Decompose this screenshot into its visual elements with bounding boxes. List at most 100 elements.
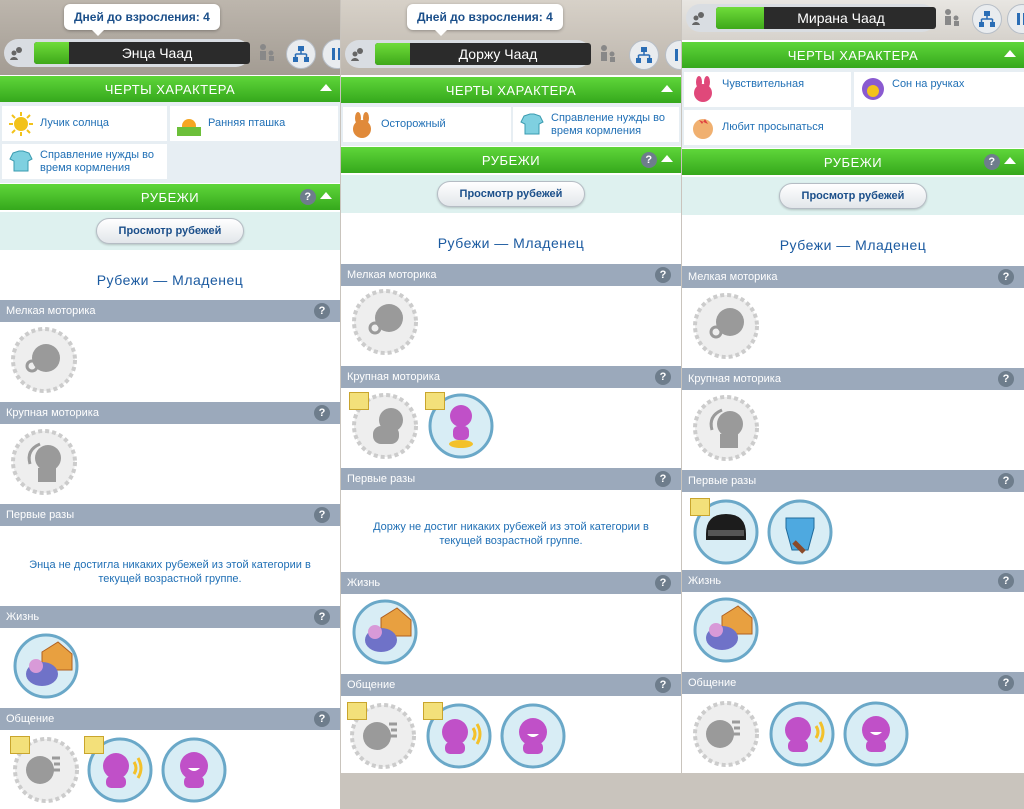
- milestone-badge-baby-sit[interactable]: [425, 392, 495, 460]
- help-icon[interactable]: ?: [998, 269, 1014, 285]
- trait-loves-waking-up[interactable]: Любит просыпаться: [684, 110, 851, 145]
- view-milestones-button[interactable]: Просмотр рубежей: [436, 181, 586, 207]
- help-icon[interactable]: ?: [314, 711, 330, 727]
- trait-sunshine[interactable]: Лучик солнца: [2, 106, 167, 141]
- milestone-badge-locked[interactable]: [10, 428, 78, 496]
- family-tree-button[interactable]: [629, 40, 659, 70]
- milestones-header[interactable]: Рубежи?: [682, 149, 1024, 175]
- help-icon[interactable]: ?: [641, 152, 657, 168]
- collapse-caret-icon[interactable]: [320, 192, 332, 199]
- category-label: Общение: [688, 677, 737, 689]
- milestone-badge-baby-home[interactable]: [351, 598, 419, 666]
- help-icon[interactable]: ?: [998, 675, 1014, 691]
- traits-header[interactable]: Черты характера: [0, 76, 340, 102]
- help-icon[interactable]: ?: [314, 303, 330, 319]
- sim-name-bar[interactable]: Энца Чаад: [4, 39, 250, 67]
- milestone-badge-locked[interactable]: [10, 326, 78, 394]
- household-icon[interactable]: [686, 5, 712, 31]
- view-milestones-bar: Просмотр рубежей: [682, 177, 1024, 215]
- help-icon[interactable]: ?: [655, 267, 671, 283]
- help-icon[interactable]: ?: [314, 507, 330, 523]
- trait-feeding-relief[interactable]: Справление нужды во время кормления: [513, 107, 679, 142]
- trait-label: Чувствительная: [722, 78, 805, 90]
- sim-age-icon[interactable]: [594, 41, 620, 67]
- star-icon: [425, 392, 445, 410]
- milestone-badge-baby-babble[interactable]: [768, 700, 836, 768]
- milestone-badge-locked[interactable]: [692, 700, 760, 768]
- milestone-badge-baby-home[interactable]: [692, 596, 760, 664]
- trait-early-bird[interactable]: Ранняя пташка: [170, 106, 338, 141]
- trait-label: Осторожный: [381, 118, 446, 131]
- milestone-badge-locked[interactable]: [692, 292, 760, 360]
- family-tree-icon: [293, 46, 309, 62]
- milestone-badge-baby-laugh[interactable]: [160, 736, 228, 804]
- help-icon[interactable]: ?: [998, 573, 1014, 589]
- milestone-badge-locked[interactable]: [347, 702, 417, 770]
- household-icon[interactable]: [4, 40, 30, 66]
- trait-feeding-relief[interactable]: Справление нужды во время кормления: [2, 144, 167, 179]
- help-icon[interactable]: ?: [655, 471, 671, 487]
- sleeping-baby-icon: [858, 74, 888, 104]
- category-label: Первые разы: [688, 475, 757, 487]
- milestone-badge-baby-laugh[interactable]: [499, 702, 567, 770]
- category-label: Крупная моторика: [6, 407, 99, 419]
- traits-header[interactable]: Черты характера: [341, 77, 681, 103]
- help-icon[interactable]: ?: [314, 405, 330, 421]
- collapse-caret-icon[interactable]: [661, 85, 673, 92]
- category-label: Общение: [6, 713, 55, 725]
- collapse-caret-icon[interactable]: [661, 155, 673, 162]
- star-icon: [84, 736, 104, 754]
- view-milestones-button[interactable]: Просмотр рубежей: [778, 183, 928, 209]
- help-icon[interactable]: ?: [655, 369, 671, 385]
- collapse-caret-icon[interactable]: [320, 84, 332, 91]
- milestones-header[interactable]: Рубежи?: [341, 147, 681, 173]
- milestone-badge-locked[interactable]: [692, 394, 760, 462]
- traits-header-label: Черты характера: [445, 82, 577, 98]
- milestone-badge-helmet[interactable]: [690, 498, 760, 566]
- sim-age-icon[interactable]: [253, 40, 279, 66]
- help-icon[interactable]: ?: [984, 154, 1000, 170]
- pause-icon: [675, 49, 678, 61]
- rooster-icon: [688, 113, 718, 143]
- star-icon: [347, 702, 367, 720]
- help-icon[interactable]: ?: [655, 575, 671, 591]
- traits-header-label: Черты характера: [104, 81, 236, 97]
- milestone-badge-locked[interactable]: [10, 736, 80, 804]
- trait-label: Справление нужды во время кормления: [551, 112, 665, 137]
- traits-header[interactable]: Черты характера: [682, 42, 1024, 68]
- milestone-badge-baby-babble[interactable]: [423, 702, 493, 770]
- sim-name-bar[interactable]: Мирана Чаад: [686, 4, 936, 32]
- milestone-badge-baby-babble[interactable]: [84, 736, 154, 804]
- help-icon[interactable]: ?: [655, 677, 671, 693]
- milestone-badge-baby-laugh[interactable]: [842, 700, 910, 768]
- household-icon[interactable]: [345, 41, 371, 67]
- trait-sensitive[interactable]: Чувствительная: [684, 72, 851, 107]
- milestone-badge-locked[interactable]: [351, 288, 419, 356]
- bunny-icon: [347, 110, 377, 140]
- help-icon[interactable]: ?: [314, 609, 330, 625]
- sim-age-icon[interactable]: [938, 5, 964, 31]
- milestone-badge-baby-home[interactable]: [12, 632, 80, 700]
- category-life: Жизнь?: [682, 570, 1024, 592]
- milestone-badge-locked[interactable]: [349, 392, 419, 460]
- family-tree-button[interactable]: [972, 4, 1002, 34]
- help-icon[interactable]: ?: [998, 473, 1014, 489]
- category-gross-motor: Крупная моторика?: [0, 402, 340, 424]
- help-icon[interactable]: ?: [300, 189, 316, 205]
- sim-name-bar[interactable]: Доржу Чаад: [345, 40, 591, 68]
- milestones-header-label: Рубежи: [481, 152, 541, 168]
- star-icon: [349, 392, 369, 410]
- family-tree-button[interactable]: [286, 39, 316, 69]
- milestones-header-label: Рубежи: [140, 189, 200, 205]
- milestones-header[interactable]: Рубежи?: [0, 184, 340, 210]
- trait-sleep-in-arms[interactable]: Сон на ручках: [854, 72, 1024, 107]
- collapse-caret-icon[interactable]: [1004, 50, 1016, 57]
- milestone-badge-onesie[interactable]: [766, 498, 834, 566]
- trait-cautious[interactable]: Осторожный: [343, 107, 511, 142]
- no-milestones-message: Энца не достигла никаких рубежей из этой…: [29, 559, 311, 586]
- mood-bar: Доржу Чаад: [375, 43, 591, 65]
- star-icon: [690, 498, 710, 516]
- collapse-caret-icon[interactable]: [1004, 157, 1016, 164]
- view-milestones-button[interactable]: Просмотр рубежей: [95, 218, 245, 244]
- help-icon[interactable]: ?: [998, 371, 1014, 387]
